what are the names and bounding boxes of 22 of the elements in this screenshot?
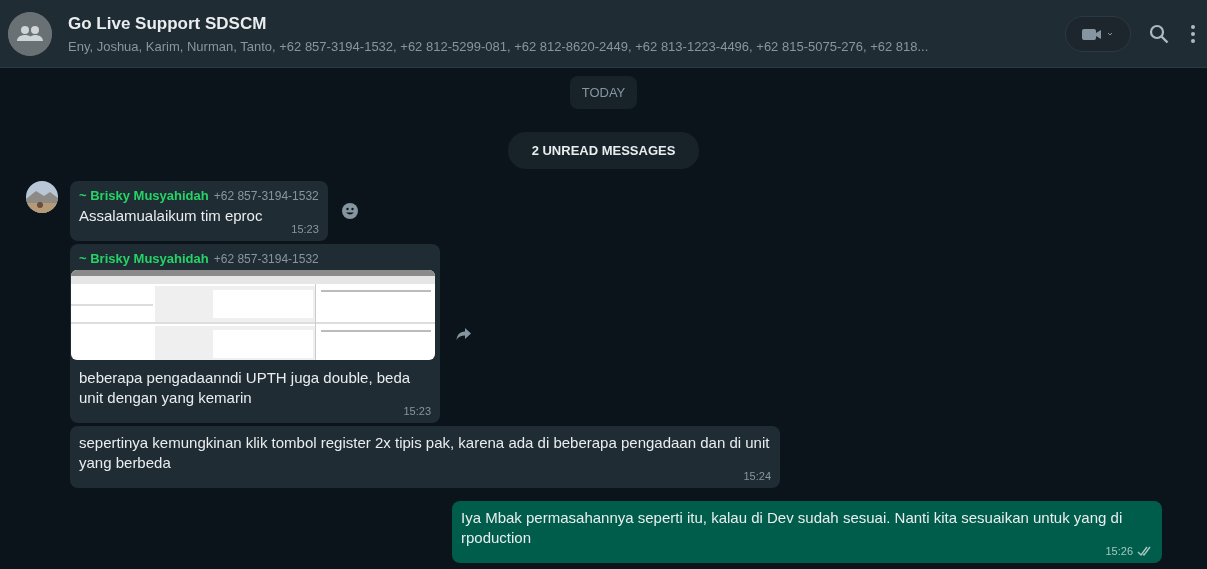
sender-name[interactable]: ~ Brisky Musyahidah bbox=[79, 188, 209, 203]
group-avatar-icon[interactable] bbox=[8, 11, 52, 56]
message-time: 15:24 bbox=[743, 470, 771, 482]
message-text: sepertinya kemungkinan klik tombol register 2x tipis pak, karena ada di beberapa pengadaan dan di unit yang berbeda bbox=[79, 433, 771, 472]
members-list: Eny, Joshua, Karim, Nurman, Tanto, +62 857-3194-1532, +62 812-5299-081, +62 812-8620-2449, +62 813-1223-4496, +62 815-5075-276, +62 818... bbox=[68, 38, 1041, 54]
message-time: 15:23 bbox=[403, 405, 431, 417]
video-camera-icon bbox=[1081, 26, 1115, 41]
unread-banner: 2 UNREAD MESSAGES bbox=[507, 132, 700, 169]
menu-icon[interactable] bbox=[1191, 24, 1195, 43]
message-text: Iya Mbak permasahannya seperti itu, kalau di Dev sudah sesuai. Nanti kita sesuaikan untuk yang di rpoduction bbox=[461, 508, 1124, 547]
message-time: 15:26 bbox=[1105, 545, 1133, 557]
video-call-button[interactable] bbox=[1065, 15, 1131, 52]
sender-name[interactable]: ~ Brisky Musyahidah bbox=[79, 251, 209, 266]
sender-phone: +62 857-3194-1532 bbox=[213, 189, 319, 203]
avatar[interactable] bbox=[26, 181, 58, 213]
chat-title[interactable]: Go Live Support SDSCM bbox=[68, 13, 1041, 34]
message-text: beberapa pengadaanndi UPTH juga double, beda unit dengan yang kemarin bbox=[79, 368, 412, 407]
sender-phone: +62 857-3194-1532 bbox=[213, 252, 319, 266]
date-chip: TODAY bbox=[569, 76, 638, 109]
message-text: Assalamualaikum tim eproc bbox=[79, 206, 264, 226]
search-icon[interactable] bbox=[1149, 23, 1169, 44]
message-time: 15:23 bbox=[291, 223, 319, 235]
